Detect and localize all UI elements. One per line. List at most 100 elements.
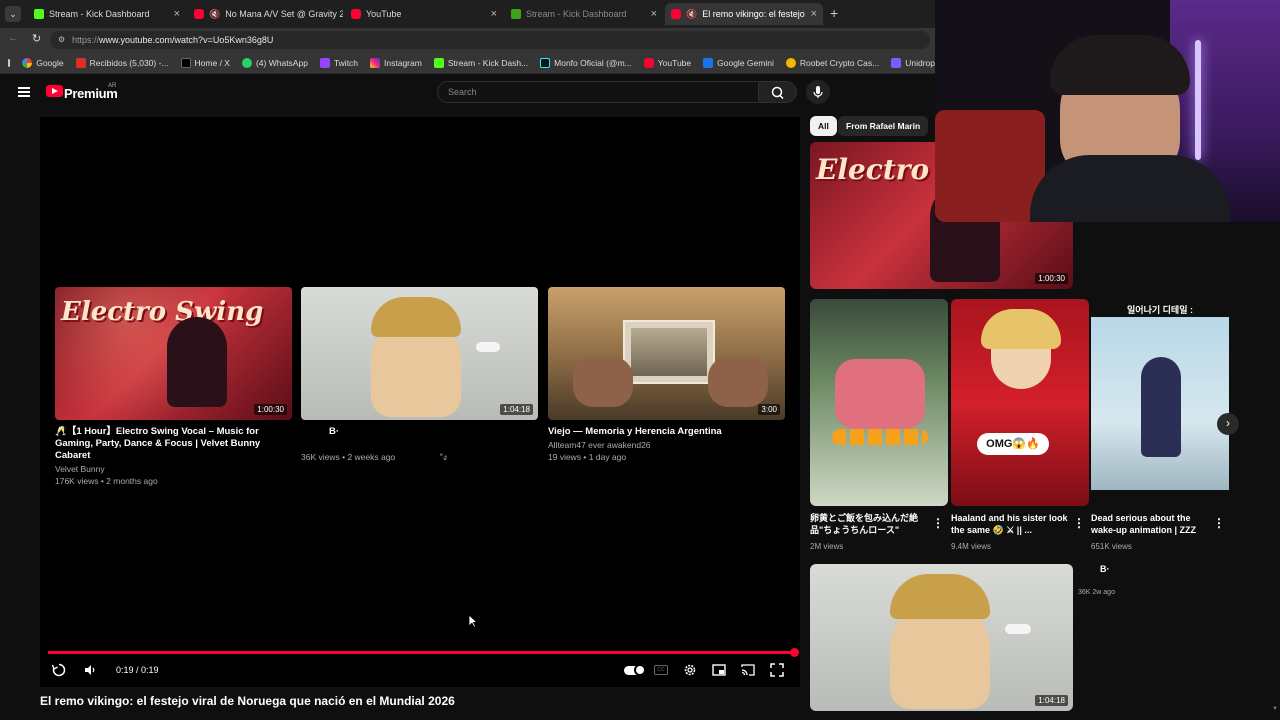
site-info-icon[interactable]: ⚙ — [58, 31, 65, 49]
end-card-thumbnail[interactable]: Electro Swing 1:00:30 — [55, 287, 292, 420]
short-thumbnail-3[interactable]: 일어나기 디테일 : — [1091, 299, 1229, 506]
shorts-next-button[interactable]: › — [1217, 413, 1239, 435]
speaker-muted-icon[interactable]: 🔇 — [209, 9, 220, 20]
bookmark-whatsapp[interactable]: (4) WhatsApp — [241, 57, 308, 68]
end-card-thumbnail[interactable]: 1:04:18 — [301, 287, 538, 420]
end-card-channel[interactable]: Velvet Bunny — [55, 464, 292, 474]
url-host: www.youtube.com/watch?v=Uo5Kwn36g8U — [99, 35, 274, 45]
bookmarks-folder-icon[interactable] — [8, 58, 11, 67]
replay-button[interactable] — [51, 662, 67, 678]
bookmark-youtube[interactable]: YouTube — [643, 57, 691, 68]
related-video-meta: 36K 2w ago — [1078, 589, 1115, 596]
character-figure — [1141, 357, 1181, 457]
end-card-channel[interactable]: Allteam47 ever awakend26 — [548, 440, 785, 450]
voice-search-button[interactable] — [806, 80, 830, 104]
video-player[interactable]: Electro Swing 1:00:30 🥂【1 Hour】Electro S… — [40, 117, 800, 687]
reload-icon[interactable]: ↻ — [32, 32, 41, 45]
tab-close-icon[interactable]: × — [174, 8, 180, 20]
food-figure — [835, 359, 925, 429]
person-hair — [981, 309, 1061, 349]
bird-figure — [476, 342, 500, 352]
browser-tab-3[interactable]: YouTube × — [345, 3, 503, 25]
tab-title: Stream - Kick Dashboard — [49, 9, 150, 19]
short-thumbnail-1[interactable] — [810, 299, 948, 506]
settings-button[interactable] — [682, 662, 698, 678]
search-button[interactable] — [759, 81, 797, 103]
bookmark-label: Roobet Crypto Cas... — [799, 57, 880, 68]
end-card-thumbnail[interactable]: 3:00 — [548, 287, 785, 420]
short-title-2[interactable]: Haaland and his sister look the same 🤣 ⚔… — [951, 512, 1071, 536]
miniplayer-button[interactable] — [711, 662, 727, 678]
banana-peel-hat — [371, 297, 461, 337]
short-thumbnail-2[interactable]: OMG😱🔥 — [951, 299, 1089, 506]
short-title-3[interactable]: Dead serious about the wake-up animation… — [1091, 512, 1211, 536]
end-card-title[interactable]: Viejo — Memoria y Herencia Argentina — [548, 426, 785, 438]
tab-close-icon[interactable]: × — [491, 8, 497, 20]
instagram-icon — [370, 57, 381, 68]
duration-badge: 1:00:30 — [1035, 273, 1068, 284]
game-scene — [1091, 317, 1229, 490]
progress-bar[interactable] — [48, 651, 794, 654]
egg-yolks — [832, 429, 928, 445]
bookmark-twitch[interactable]: Twitch — [319, 57, 358, 68]
person-shirt — [1030, 155, 1230, 222]
related-video-title[interactable]: B· — [1100, 564, 1110, 574]
youtube-icon — [643, 57, 654, 68]
bookmark-tiktok[interactable]: Monfo Oficial (@m... — [540, 57, 632, 68]
bookmark-kick[interactable]: Stream - Kick Dash... — [433, 57, 528, 68]
browser-tab-2[interactable]: 🔇 No Mana A/V Set @ Gravity 2 × — [188, 3, 343, 25]
tab-list-chevron-icon[interactable]: ⌄ — [5, 6, 21, 22]
youtube-logo-icon[interactable] — [46, 85, 63, 97]
short-title-1[interactable]: 卵黄とご飯を包み込んだ絶品"ちょうちんロース" — [810, 512, 928, 536]
end-card-video-2[interactable]: 1:04:18 B· ัง 36K views • 2 weeks ago — [301, 287, 538, 462]
browser-tab-5[interactable]: 🔇 El remo vikingo: el festejo vira × — [665, 3, 823, 25]
end-card-video-3[interactable]: 3:00 Viejo — Memoria y Herencia Argentin… — [548, 287, 785, 462]
cast-button[interactable] — [740, 662, 756, 678]
old-photograph — [623, 320, 715, 384]
hand-right — [708, 357, 768, 407]
thumbnail-text: Electro Swing — [61, 297, 264, 327]
bookmark-google[interactable]: Google — [22, 57, 64, 68]
bookmark-unidrop[interactable]: Unidrop — [891, 57, 935, 68]
bookmark-gemini[interactable]: Google Gemini — [703, 57, 774, 68]
tab-title: El remo vikingo: el festejo vira — [702, 9, 805, 19]
captions-button[interactable]: CC — [654, 662, 670, 678]
browser-tab-4[interactable]: Stream - Kick Dashboard × — [505, 3, 663, 25]
tab-close-icon[interactable]: × — [651, 8, 657, 20]
search-input[interactable]: Search — [437, 81, 759, 103]
short-views-2: 9.4M views — [951, 542, 992, 551]
duration-badge: 1:00:30 — [254, 404, 287, 415]
new-tab-icon[interactable]: + — [830, 5, 838, 21]
chip-all[interactable]: All — [810, 116, 837, 136]
more-options-icon[interactable]: ⋮ — [1213, 516, 1225, 530]
fullscreen-button[interactable] — [769, 662, 785, 678]
bookmark-instagram[interactable]: Instagram — [370, 57, 422, 68]
gemini-icon — [703, 57, 714, 68]
menu-icon[interactable] — [18, 87, 30, 97]
more-options-icon[interactable]: ⋮ — [1073, 516, 1085, 530]
end-card-video-1[interactable]: Electro Swing 1:00:30 🥂【1 Hour】Electro S… — [55, 287, 292, 486]
volume-button[interactable] — [82, 662, 98, 678]
bookmark-label: Google — [36, 57, 64, 68]
end-card-title[interactable]: 🥂【1 Hour】Electro Swing Vocal – Music for… — [55, 426, 292, 462]
progress-scrubber[interactable] — [790, 648, 799, 657]
bookmark-roobet[interactable]: Roobet Crypto Cas... — [785, 57, 880, 68]
bookmark-x[interactable]: Home / X — [180, 57, 230, 68]
related-video-thumbnail[interactable]: 1:04:18 — [810, 564, 1073, 711]
search-icon — [771, 86, 784, 100]
address-bar[interactable]: ⚙ https://www.youtube.com/watch?v=Uo5Kwn… — [50, 31, 930, 49]
speaker-muted-icon[interactable]: 🔇 — [686, 9, 697, 20]
browser-tab-1[interactable]: Stream - Kick Dashboard × — [28, 3, 186, 25]
end-card-title[interactable]: B· — [301, 426, 538, 438]
back-arrow-icon[interactable]: ← — [8, 32, 19, 44]
chip-from-channel[interactable]: From Rafael Marin — [838, 116, 929, 136]
short-overlay-text: 일어나기 디테일 : — [1127, 305, 1193, 315]
banana-peel-hat — [890, 574, 990, 619]
tab-close-icon[interactable]: × — [811, 8, 817, 20]
google-icon — [22, 57, 33, 68]
youtube-icon — [671, 9, 681, 19]
gear-icon — [684, 664, 696, 676]
more-options-icon[interactable]: ⋮ — [932, 516, 944, 530]
autoplay-toggle[interactable] — [624, 662, 646, 678]
bookmark-gmail[interactable]: Recibidos (5,030) -... — [75, 57, 169, 68]
